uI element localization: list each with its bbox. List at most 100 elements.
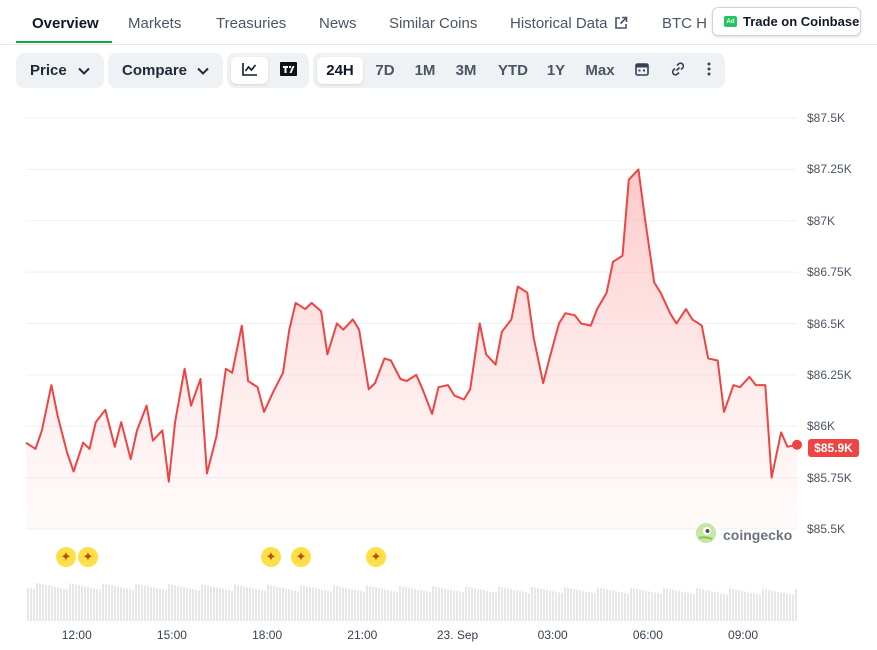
volume-bar: [162, 589, 164, 621]
volume-bar: [243, 586, 245, 621]
volume-bar: [489, 591, 491, 621]
volume-bar: [150, 586, 152, 621]
volume-bar: [468, 587, 470, 621]
volume-bar: [450, 589, 452, 621]
volume-bar: [735, 589, 737, 621]
volume-bar: [327, 590, 329, 621]
x-axis-label: 23. Sep: [436, 628, 479, 642]
volume-bar: [30, 588, 32, 621]
y-axis-label: $87K: [807, 213, 836, 228]
volume-bar: [738, 590, 740, 621]
volume-bar: [66, 589, 68, 621]
volume-bar: [123, 587, 125, 621]
volume-bar: [69, 583, 71, 621]
volume-bar: [366, 585, 368, 621]
volume-bar: [399, 585, 401, 621]
volume-bar: [291, 589, 293, 621]
price-area: [26, 169, 797, 529]
volume-bar: [255, 588, 257, 621]
volume-bar: [621, 592, 623, 621]
volume-bar: [330, 591, 332, 621]
volume-bar: [603, 588, 605, 621]
volume-bar: [129, 589, 131, 621]
y-axis-label: $85.5K: [807, 522, 846, 536]
volume-bar: [711, 591, 713, 621]
volume-bar: [756, 594, 758, 621]
volume-bar: [492, 592, 494, 621]
volume-bar: [585, 591, 587, 621]
volume-bar: [789, 594, 791, 621]
volume-bar: [405, 587, 407, 621]
volume-bar: [204, 584, 206, 621]
volume-bar: [672, 589, 674, 621]
coingecko-watermark: coingecko: [695, 522, 792, 547]
event-marker-icon[interactable]: ✦: [366, 547, 386, 567]
volume-bar: [477, 588, 479, 621]
event-marker-icon[interactable]: ✦: [56, 547, 76, 567]
volume-bar: [222, 588, 224, 621]
volume-bar: [462, 592, 464, 621]
volume-bar: [360, 590, 362, 621]
volume-bar: [600, 588, 602, 621]
volume-bar: [348, 588, 350, 621]
volume-bar: [762, 588, 764, 621]
volume-bar: [90, 587, 92, 621]
volume-bar: [192, 589, 194, 621]
volume-bar: [660, 593, 662, 621]
volume-bar: [591, 592, 593, 621]
volume-bar: [411, 588, 413, 621]
volume-bar: [312, 587, 314, 621]
volume-bar: [102, 583, 104, 621]
volume-bar: [519, 591, 521, 621]
volume-bar: [744, 591, 746, 621]
volume-bar: [369, 586, 371, 621]
price-chart[interactable]: [0, 0, 877, 650]
volume-bar: [540, 588, 542, 621]
y-axis-label: $87.25K: [807, 162, 852, 177]
volume-bar: [279, 587, 281, 621]
event-marker-icon[interactable]: ✦: [291, 547, 311, 567]
volume-bar: [138, 584, 140, 621]
volume-bar: [429, 592, 431, 621]
volume-bar: [210, 586, 212, 621]
volume-bar: [792, 594, 794, 621]
volume-bar: [315, 588, 317, 621]
volume-bar: [666, 588, 668, 621]
volume-bar: [657, 593, 659, 621]
volume-bar: [318, 588, 320, 621]
volume-bar: [516, 590, 518, 621]
volume-bar: [420, 590, 422, 621]
volume-bar: [75, 584, 77, 621]
volume-bar: [546, 590, 548, 621]
x-axis-label: 21:00: [347, 628, 378, 642]
event-marker-icon[interactable]: ✦: [78, 547, 98, 567]
volume-bar: [582, 590, 584, 621]
volume-bar: [60, 588, 62, 621]
volume-bar: [177, 585, 179, 621]
volume-bar: [288, 589, 290, 621]
volume-bar: [417, 589, 419, 621]
volume-bar: [777, 591, 779, 621]
volume-bar: [309, 586, 311, 621]
volume-bar: [528, 592, 530, 621]
volume-bar: [324, 590, 326, 621]
event-marker-icon[interactable]: ✦: [261, 547, 281, 567]
volume-bar: [78, 585, 80, 621]
x-axis-label: 03:00: [537, 628, 568, 642]
volume-bar: [558, 592, 560, 621]
volume-bar: [774, 591, 776, 621]
volume-bar: [321, 589, 323, 621]
volume-bar: [42, 584, 44, 621]
volume-bar: [765, 589, 767, 621]
volume-bar: [747, 592, 749, 621]
volume-bar: [180, 586, 182, 621]
volume-bar: [690, 593, 692, 621]
volume-bar: [48, 585, 50, 621]
x-axis-label: 09:00: [728, 628, 759, 642]
volume-bar: [594, 593, 596, 621]
volume-bar: [645, 590, 647, 621]
volume-bar: [228, 589, 230, 621]
volume-bar: [135, 583, 137, 621]
volume-bar: [534, 587, 536, 621]
volume-bar: [675, 590, 677, 621]
